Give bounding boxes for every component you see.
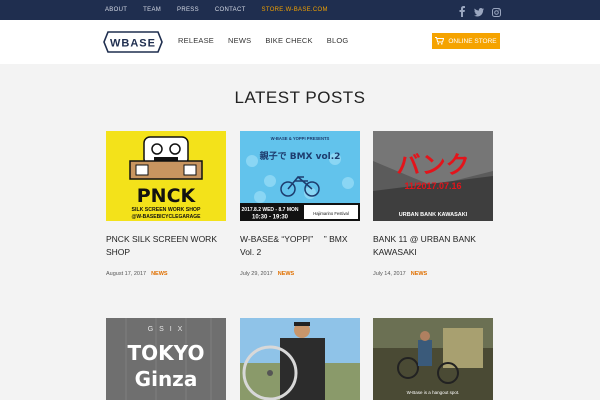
main-nav: RELEASE NEWS BIKE CHECK BLOG bbox=[178, 36, 362, 45]
post-title[interactable]: BANK 11 @ URBAN BANK KAWASAKI bbox=[373, 233, 493, 259]
top-nav: ABOUT TEAM PRESS CONTACT STORE.W-BASE.CO… bbox=[105, 0, 344, 20]
post-title[interactable]: PNCK SILK SCREEN WORK SHOP bbox=[106, 233, 226, 259]
post-card bbox=[240, 318, 360, 400]
post-category[interactable]: NEWS bbox=[278, 271, 295, 277]
post-thumbnail[interactable] bbox=[240, 318, 360, 400]
thumb-text-venue: Hajimarino Festival bbox=[313, 211, 349, 216]
top-link-store[interactable]: STORE.W-BASE.COM bbox=[262, 7, 328, 13]
wbase-logo[interactable]: WBASE bbox=[103, 31, 163, 53]
thumb-text-line1: SILK SCREEN WORK SHOP bbox=[132, 207, 201, 213]
twitter-icon[interactable] bbox=[474, 4, 484, 17]
post-meta: July 29, 2017 NEWS bbox=[240, 271, 360, 277]
post-card: バンク 11/2017.07.16 URBAN BANK KAWASAKI BA… bbox=[373, 131, 493, 277]
top-link-contact[interactable]: CONTACT bbox=[215, 7, 246, 13]
thumb-caption: W-Base is a hangout spot. bbox=[407, 390, 460, 395]
site-header: WBASE RELEASE NEWS BIKE CHECK BLOG ONLIN… bbox=[0, 20, 600, 64]
thumb-text-date: 2017.8.2 WED - 8.7 MON bbox=[242, 207, 299, 213]
thumb-text-line1: TOKYO bbox=[128, 341, 205, 365]
top-link-team[interactable]: TEAM bbox=[143, 7, 161, 13]
post-thumbnail[interactable]: W-BASE & YOPPI PRESENTS 親子で BMX vol.2 20… bbox=[240, 131, 360, 221]
logo-text: WBASE bbox=[110, 38, 156, 50]
post-meta: July 14, 2017 NEWS bbox=[373, 271, 493, 277]
top-link-press[interactable]: PRESS bbox=[177, 7, 199, 13]
thumb-text-bank: バンク bbox=[396, 151, 469, 179]
thumb-text-line2: Ginza bbox=[135, 367, 198, 391]
post-thumbnail[interactable]: PNCK SILK SCREEN WORK SHOP @W-BASEBICYCL… bbox=[106, 131, 226, 221]
thumb-text-date: 11/2017.07.16 bbox=[404, 181, 461, 191]
post-category[interactable]: NEWS bbox=[151, 271, 168, 277]
post-date: July 14, 2017 bbox=[373, 271, 406, 277]
social-links bbox=[458, 4, 501, 17]
post-category[interactable]: NEWS bbox=[411, 271, 428, 277]
thumb-text-line2: @W-BASEBICYCLEGARAGE bbox=[132, 214, 202, 220]
post-title[interactable]: W-BASE& “YOPPI” ” BMX Vol. 2 bbox=[240, 233, 360, 259]
post-date: August 17, 2017 bbox=[106, 271, 147, 277]
post-thumbnail[interactable]: G S I X TOKYO Ginza bbox=[106, 318, 226, 400]
post-thumbnail[interactable]: W-Base is a hangout spot. bbox=[373, 318, 493, 400]
facebook-icon[interactable] bbox=[458, 4, 466, 17]
nav-bike-check[interactable]: BIKE CHECK bbox=[265, 36, 312, 45]
post-card: W-BASE & YOPPI PRESENTS 親子で BMX vol.2 20… bbox=[240, 131, 360, 277]
top-bar: ABOUT TEAM PRESS CONTACT STORE.W-BASE.CO… bbox=[0, 0, 600, 20]
instagram-icon[interactable] bbox=[492, 4, 501, 17]
cart-icon bbox=[435, 37, 445, 45]
post-thumbnail[interactable]: バンク 11/2017.07.16 URBAN BANK KAWASAKI bbox=[373, 131, 493, 221]
post-card: G S I X TOKYO Ginza bbox=[106, 318, 226, 400]
thumb-text-main: 親子で BMX vol.2 bbox=[260, 150, 341, 162]
post-date: July 29, 2017 bbox=[240, 271, 273, 277]
post-meta: August 17, 2017 NEWS bbox=[106, 271, 226, 277]
thumb-text-top: W-BASE & YOPPI PRESENTS bbox=[271, 136, 330, 141]
post-card: W-Base is a hangout spot. bbox=[373, 318, 493, 400]
thumb-text-time: 10:30 - 19:30 bbox=[252, 215, 289, 221]
nav-release[interactable]: RELEASE bbox=[178, 36, 214, 45]
post-card: PNCK SILK SCREEN WORK SHOP @W-BASEBICYCL… bbox=[106, 131, 226, 277]
thumb-text-pnck: PNCK bbox=[137, 185, 197, 207]
latest-posts-heading: LATEST POSTS bbox=[234, 88, 366, 107]
nav-blog[interactable]: BLOG bbox=[327, 36, 349, 45]
online-store-button[interactable]: ONLINE STORE bbox=[432, 33, 500, 49]
thumb-text-top: G S I X bbox=[148, 326, 185, 333]
online-store-label: ONLINE STORE bbox=[448, 37, 497, 45]
thumb-text-venue: URBAN BANK KAWASAKI bbox=[399, 212, 468, 218]
top-link-about[interactable]: ABOUT bbox=[105, 7, 127, 13]
nav-news[interactable]: NEWS bbox=[228, 36, 251, 45]
